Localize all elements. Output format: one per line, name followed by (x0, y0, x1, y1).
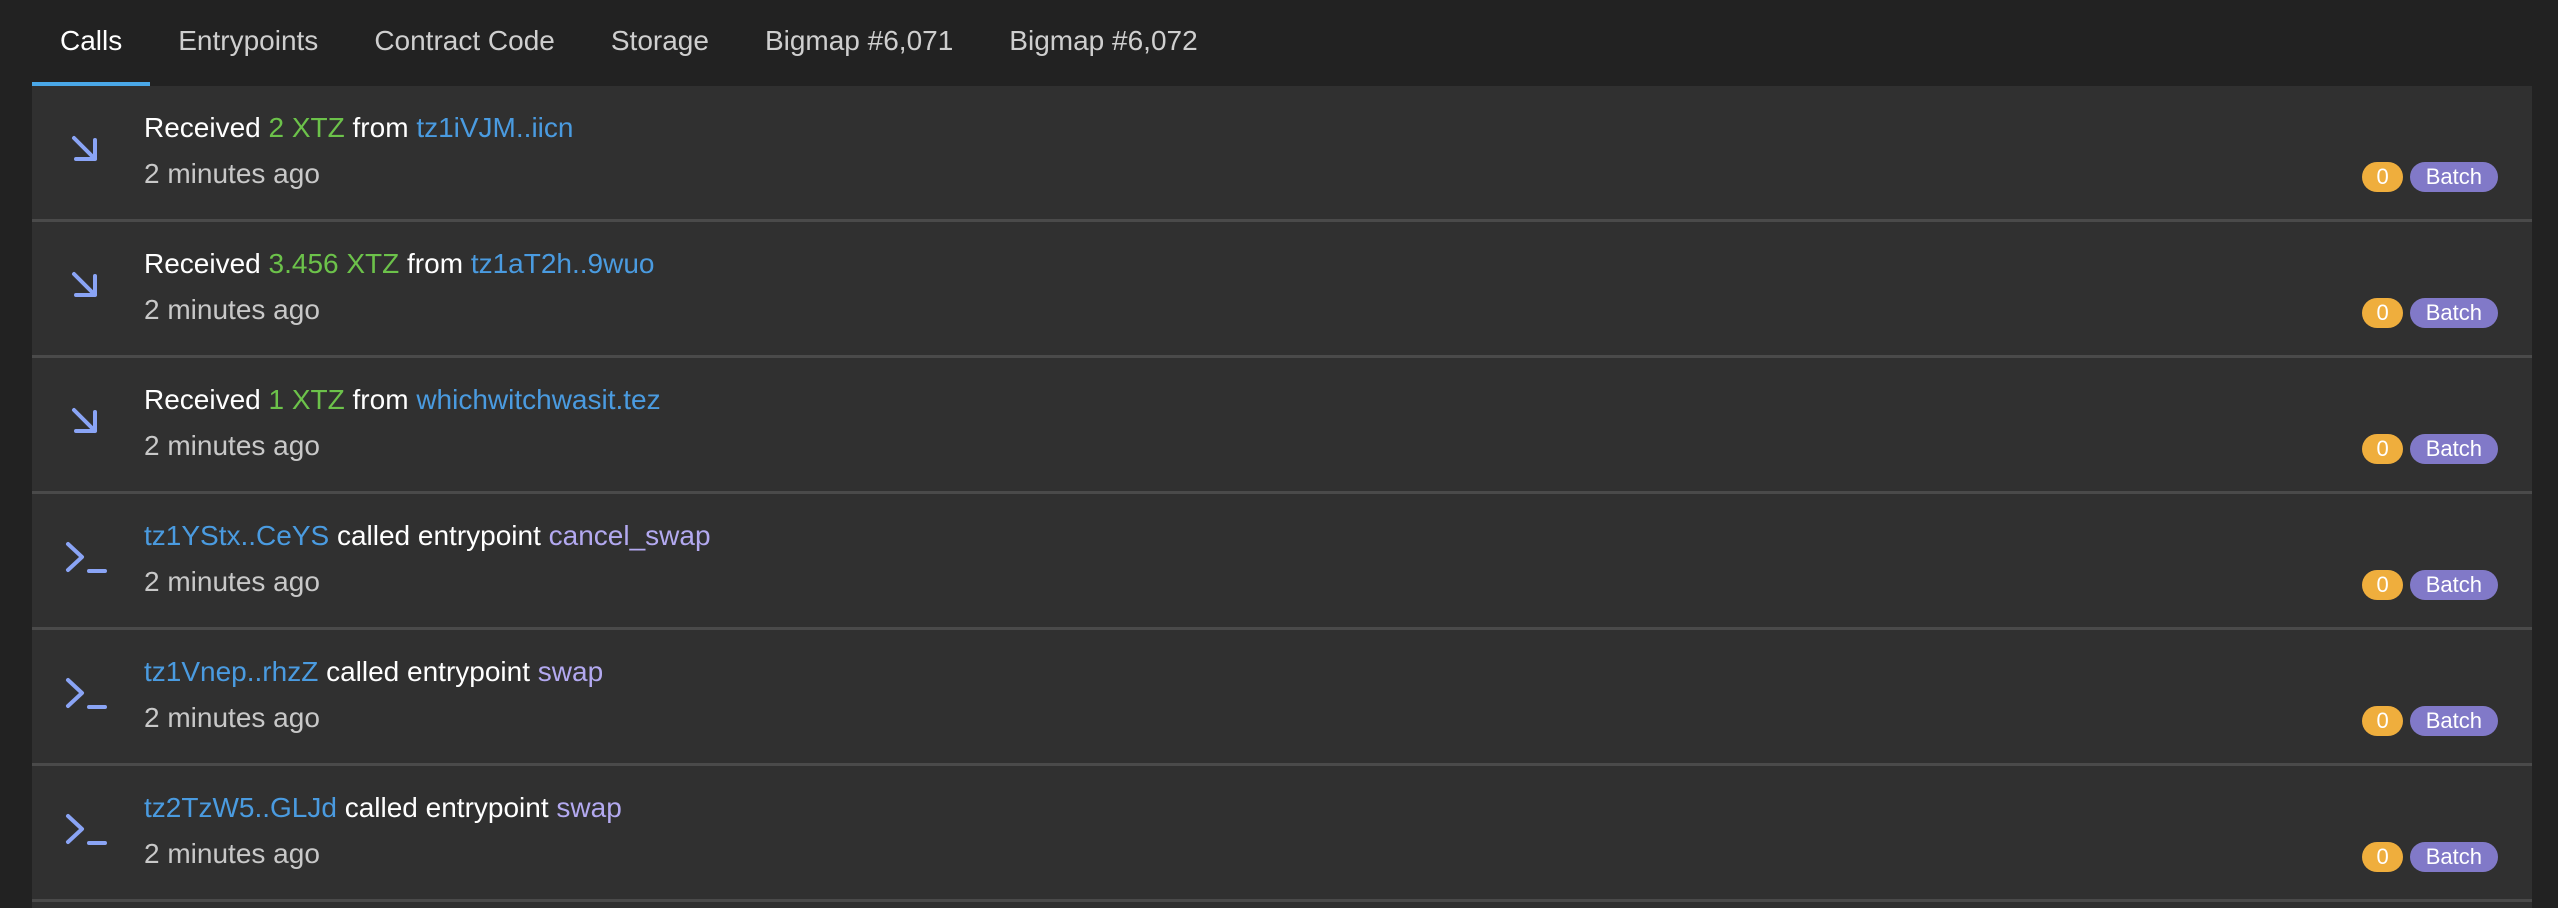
amount: 3.456 XTZ (268, 248, 400, 279)
timestamp: 2 minutes ago (144, 158, 320, 189)
tab-storage[interactable]: Storage (583, 0, 737, 86)
summary-middle: from (344, 112, 417, 143)
badges: 0 Batch (2362, 298, 2498, 328)
badges: 0 Batch (2362, 570, 2498, 600)
type-badge: Batch (2409, 298, 2498, 328)
amount: 2 XTZ (268, 112, 345, 143)
caller-address-link[interactable]: tz2TzW5..GLJd (144, 792, 337, 823)
badges: 0 Batch (2362, 162, 2498, 192)
calls-list: Received 2 XTZ from tz1iVJM..iicn 2 minu… (32, 86, 2532, 908)
type-badge: Batch (2409, 162, 2498, 192)
count-badge: 0 (2362, 162, 2403, 192)
type-badge: Batch (2409, 434, 2498, 464)
summary-middle: from (399, 248, 471, 279)
sender-address-link[interactable]: tz1iVJM..iicn (416, 112, 573, 143)
amount: 1 XTZ (268, 384, 345, 415)
tab-calls[interactable]: Calls (32, 0, 151, 86)
terminal-prompt-icon (62, 670, 108, 716)
timestamp: 2 minutes ago (144, 294, 320, 325)
summary-middle: called entrypoint (336, 792, 557, 823)
list-item[interactable]: tz2TzW5..GLJd called entrypoint swap 2 m… (32, 766, 2532, 902)
terminal-prompt-icon (62, 806, 108, 852)
count-badge: 0 (2362, 298, 2403, 328)
list-item[interactable]: tz1YStx..CeYS called entrypoint cancel_s… (32, 494, 2532, 630)
summary-middle: called entrypoint (329, 520, 549, 551)
sender-address-link[interactable]: tz1aT2h..9wuo (471, 248, 655, 279)
badges: 0 Batch (2362, 706, 2498, 736)
count-badge: 0 (2362, 842, 2403, 872)
list-item[interactable]: tz1Vnep..rhzZ called entrypoint swap 2 m… (32, 630, 2532, 766)
summary-prefix: Received (144, 384, 269, 415)
timestamp: 2 minutes ago (144, 702, 320, 733)
entrypoint-link[interactable]: cancel_swap (549, 520, 711, 551)
summary-prefix: Received (144, 112, 269, 143)
operation-summary: Received 2 XTZ from tz1iVJM..iicn (144, 112, 573, 144)
type-badge: Batch (2409, 706, 2498, 736)
list-item[interactable]: Received 1 XTZ from whichwitchwasit.tez … (32, 358, 2532, 494)
operation-summary: tz1Vnep..rhzZ called entrypoint swap (144, 656, 603, 688)
tab-entrypoints[interactable]: Entrypoints (150, 0, 346, 86)
caller-address-link[interactable]: tz1Vnep..rhzZ (144, 656, 318, 687)
count-badge: 0 (2362, 570, 2403, 600)
entrypoint-link[interactable]: swap (556, 792, 621, 823)
entrypoint-link[interactable]: swap (538, 656, 603, 687)
terminal-prompt-icon (62, 534, 108, 580)
operation-summary: Received 1 XTZ from whichwitchwasit.tez (144, 384, 661, 416)
operation-summary: tz2TzW5..GLJd called entrypoint swap (144, 792, 622, 824)
tab-contract-code[interactable]: Contract Code (346, 0, 583, 86)
arrow-down-right-icon (62, 398, 108, 444)
tab-bar: Calls Entrypoints Contract Code Storage … (32, 0, 1226, 86)
tab-bigmap-6072[interactable]: Bigmap #6,072 (981, 0, 1225, 86)
tab-bigmap-6071[interactable]: Bigmap #6,071 (737, 0, 981, 86)
arrow-down-right-icon (62, 126, 108, 172)
sender-address-link[interactable]: whichwitchwasit.tez (416, 384, 660, 415)
badges: 0 Batch (2362, 842, 2498, 872)
list-item[interactable]: Received 3.456 XTZ from tz1aT2h..9wuo 2 … (32, 222, 2532, 358)
type-badge: Batch (2409, 842, 2498, 872)
timestamp: 2 minutes ago (144, 838, 320, 869)
timestamp: 2 minutes ago (144, 566, 320, 597)
list-item[interactable]: Received 2 XTZ from tz1iVJM..iicn 2 minu… (32, 86, 2532, 222)
operation-summary: tz1YStx..CeYS called entrypoint cancel_s… (144, 520, 711, 552)
arrow-down-right-icon (62, 262, 108, 308)
summary-middle: from (344, 384, 417, 415)
summary-middle: called entrypoint (318, 656, 538, 687)
timestamp: 2 minutes ago (144, 430, 320, 461)
badges: 0 Batch (2362, 434, 2498, 464)
type-badge: Batch (2409, 570, 2498, 600)
caller-address-link[interactable]: tz1YStx..CeYS (144, 520, 329, 551)
operation-summary: Received 3.456 XTZ from tz1aT2h..9wuo (144, 248, 654, 280)
summary-prefix: Received (144, 248, 269, 279)
count-badge: 0 (2362, 434, 2403, 464)
count-badge: 0 (2362, 706, 2403, 736)
